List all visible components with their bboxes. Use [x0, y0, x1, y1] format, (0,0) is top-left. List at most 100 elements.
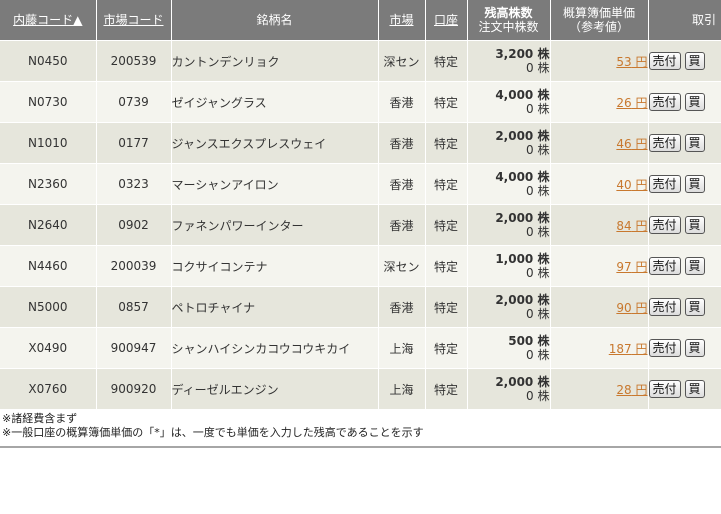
- book-price-link[interactable]: 40 円: [616, 178, 647, 192]
- header-market[interactable]: 市場: [378, 0, 426, 41]
- sell-button[interactable]: 売付: [648, 93, 681, 111]
- book-price-unit: 円: [635, 136, 648, 151]
- quantity-cell: 2,000 株0 株: [467, 286, 551, 328]
- book-price-cell: 90 円: [550, 286, 649, 328]
- sell-button[interactable]: 売付: [648, 52, 681, 70]
- book-price-value: 26: [616, 95, 632, 110]
- book-price-unit: 円: [635, 300, 648, 315]
- internal-code-cell: N5000: [0, 286, 97, 328]
- buy-button[interactable]: 買: [684, 93, 705, 111]
- book-price-cell: 28 円: [550, 368, 649, 410]
- sell-button[interactable]: 売付: [648, 175, 681, 193]
- footnotes: ※諸経費含まず ※一般口座の概算簿価単価の「*」は、一度でも単価を入力した残高で…: [2, 412, 424, 440]
- quantity-cell: 2,000 株0 株: [467, 122, 551, 164]
- sell-button[interactable]: 売付: [648, 134, 681, 152]
- sort-link-account[interactable]: 口座: [434, 13, 458, 27]
- trade-cell: 売付買: [648, 245, 721, 287]
- internal-code-cell: N4460: [0, 245, 97, 287]
- balance-value: 2,000: [495, 211, 534, 225]
- buy-button[interactable]: 買: [684, 257, 705, 275]
- book-price-link[interactable]: 84 円: [616, 219, 647, 233]
- table-row: N2360 0323 マーシャンアイロン 香港 特定 4,000 株0 株 40 円売付買: [0, 163, 721, 205]
- ordered-quantity: 0 株: [468, 184, 549, 198]
- holdings-panel: 内藤コード▲ 市場コード 銘柄名 市場 口座 残高株数 注文中株数 概算簿価単価…: [0, 0, 721, 514]
- table-row: N2640 0902 ファネンパワーインター 香港 特定 2,000 株0 株 84 円売付…: [0, 204, 721, 246]
- header-account[interactable]: 口座: [425, 0, 468, 41]
- sort-link-internal-code[interactable]: 内藤コード▲: [13, 13, 82, 27]
- header-trade: 取引: [648, 0, 721, 41]
- ordered-value: 0: [526, 266, 534, 280]
- market-code-cell: 0902: [96, 204, 172, 246]
- book-price-link[interactable]: 187 円: [609, 342, 648, 356]
- book-price-cell: 46 円: [550, 122, 649, 164]
- balance-value: 500: [508, 334, 534, 348]
- balance-value: 2,000: [495, 129, 534, 143]
- ordered-value: 0: [526, 143, 534, 157]
- stock-name-cell: マーシャンアイロン: [171, 163, 379, 205]
- header-market-code[interactable]: 市場コード: [96, 0, 172, 41]
- buy-button[interactable]: 買: [684, 380, 705, 398]
- sort-link-market-code[interactable]: 市場コード: [103, 13, 163, 27]
- buy-button[interactable]: 買: [684, 216, 705, 234]
- ordered-unit: 株: [537, 348, 550, 362]
- ordered-unit: 株: [537, 61, 550, 75]
- ordered-quantity: 0 株: [468, 348, 550, 362]
- header-internal-code[interactable]: 内藤コード▲: [0, 0, 97, 41]
- sell-button[interactable]: 売付: [648, 257, 681, 275]
- table-row: N0450 200539 カントンデンリョク 深セン 特定 3,200 株0 株 53 円売…: [0, 40, 721, 82]
- balance-quantity: 2,000 株: [468, 293, 549, 307]
- table-row: X0760 900920 ディーゼルエンジン 上海 特定 2,000 株0 株 28 円売付…: [0, 368, 721, 410]
- sort-link-market[interactable]: 市場: [389, 13, 413, 27]
- buy-button[interactable]: 買: [684, 175, 705, 193]
- book-price-value: 84: [616, 218, 632, 233]
- table-row: X0490 900947 シャンハイシンカコウコウキカイ 上海 特定 500 株0 株 18…: [0, 327, 721, 369]
- book-price-unit: 円: [635, 341, 648, 356]
- ordered-value: 0: [526, 307, 534, 321]
- table-row: N1010 0177 ジャンスエクスプレスウェイ 香港 特定 2,000 株0 株 46 円…: [0, 122, 721, 164]
- balance-unit: 株: [537, 252, 550, 266]
- market-code-cell: 0857: [96, 286, 172, 328]
- balance-value: 2,000: [495, 375, 534, 389]
- book-price-value: 97: [616, 259, 632, 274]
- balance-quantity: 2,000 株: [468, 375, 549, 389]
- book-price-link[interactable]: 53 円: [616, 55, 647, 69]
- trade-cell: 売付買: [648, 368, 721, 410]
- book-price-cell: 53 円: [550, 40, 649, 82]
- book-price-cell: 26 円: [550, 81, 649, 123]
- buy-button[interactable]: 買: [684, 339, 705, 357]
- account-cell: 特定: [425, 81, 468, 123]
- sell-button[interactable]: 売付: [648, 216, 681, 234]
- book-price-value: 187: [608, 341, 632, 356]
- balance-quantity: 2,000 株: [468, 211, 549, 225]
- sell-button[interactable]: 売付: [648, 380, 681, 398]
- account-cell: 特定: [425, 122, 468, 164]
- balance-unit: 株: [537, 47, 550, 61]
- book-price-value: 53: [616, 54, 632, 69]
- sell-button[interactable]: 売付: [648, 298, 681, 316]
- buy-button[interactable]: 買: [684, 134, 705, 152]
- balance-quantity: 1,000 株: [468, 252, 550, 266]
- quantity-cell: 2,000 株0 株: [467, 368, 551, 410]
- table-row: N4460 200039 コクサイコンテナ 深セン 特定 1,000 株0 株 97 円売付…: [0, 245, 721, 287]
- sell-button[interactable]: 売付: [648, 339, 681, 357]
- book-price-value: 46: [616, 136, 632, 151]
- book-price-link[interactable]: 97 円: [616, 260, 647, 274]
- book-price-link[interactable]: 90 円: [616, 301, 647, 315]
- book-price-cell: 40 円: [550, 163, 649, 205]
- ordered-unit: 株: [537, 307, 550, 321]
- book-price-link[interactable]: 46 円: [616, 137, 647, 151]
- trade-cell: 売付買: [648, 40, 721, 82]
- ordered-quantity: 0 株: [468, 143, 549, 157]
- header-price: 概算簿価単価 （参考値）: [550, 0, 649, 41]
- market-code-cell: 200539: [96, 40, 172, 82]
- account-cell: 特定: [425, 40, 468, 82]
- ordered-quantity: 0 株: [468, 389, 550, 403]
- balance-value: 1,000: [495, 252, 534, 266]
- book-price-link[interactable]: 26 円: [616, 96, 647, 110]
- book-price-link[interactable]: 28 円: [616, 383, 647, 397]
- buy-button[interactable]: 買: [684, 52, 705, 70]
- ordered-unit: 株: [537, 389, 550, 403]
- market-cell: 香港: [378, 163, 426, 205]
- internal-code-cell: N0730: [0, 81, 97, 123]
- buy-button[interactable]: 買: [684, 298, 705, 316]
